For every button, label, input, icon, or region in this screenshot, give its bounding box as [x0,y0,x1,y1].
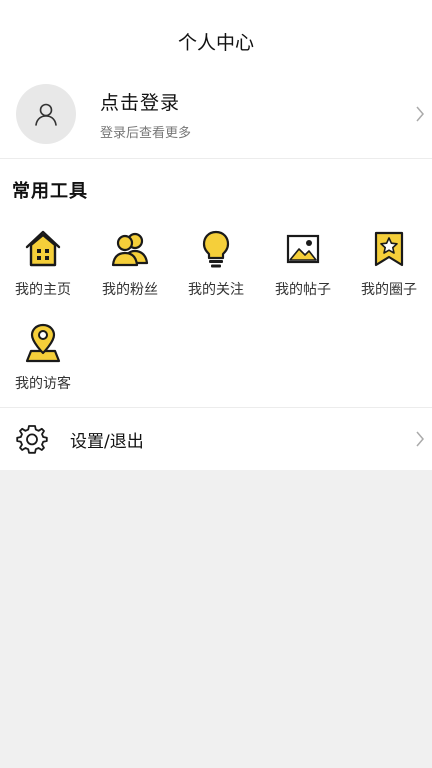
settings-logout-row[interactable]: 设置/退出 [0,407,432,470]
tool-my-circles[interactable]: 我的圈子 [346,227,432,299]
home-icon [25,230,61,267]
page-header: 个人中心 [0,12,432,70]
chevron-right-icon [416,106,424,122]
gear-icon [16,425,48,454]
tool-label: 我的主页 [15,282,71,298]
tool-label: 我的访客 [15,376,71,392]
tool-label: 我的圈子 [361,282,417,298]
tool-label: 我的关注 [188,282,244,298]
settings-label[interactable]: 设置/退出 [70,427,144,452]
common-tools-section: 常用工具 我的主页 我的粉丝 我的关注 我的帖子 我的圈子 我的访客 [0,159,432,407]
tool-my-homepage[interactable]: 我的主页 [0,227,86,299]
tool-my-follows[interactable]: 我的关注 [173,227,259,299]
tool-my-posts[interactable]: 我的帖子 [260,227,346,299]
tool-label: 我的粉丝 [102,282,158,298]
tool-my-visitors[interactable]: 我的访客 [0,321,86,393]
bookmark-star-icon [374,231,404,267]
avatar[interactable] [16,84,76,144]
login-title[interactable]: 点击登录 [100,88,191,115]
login-subtitle: 登录后查看更多 [100,125,192,141]
fans-icon [111,232,149,267]
tool-label: 我的帖子 [275,282,331,298]
chevron-right-icon [416,431,424,447]
page-title: 个人中心 [177,31,254,54]
lightbulb-icon [202,230,230,268]
image-icon [286,234,320,264]
location-pin-icon [25,323,61,363]
status-bar [0,0,432,12]
user-icon [35,103,57,126]
login-row[interactable]: 点击登录 登录后查看更多 [0,70,432,159]
section-title: 常用工具 [12,181,88,202]
tool-my-fans[interactable]: 我的粉丝 [87,227,173,299]
